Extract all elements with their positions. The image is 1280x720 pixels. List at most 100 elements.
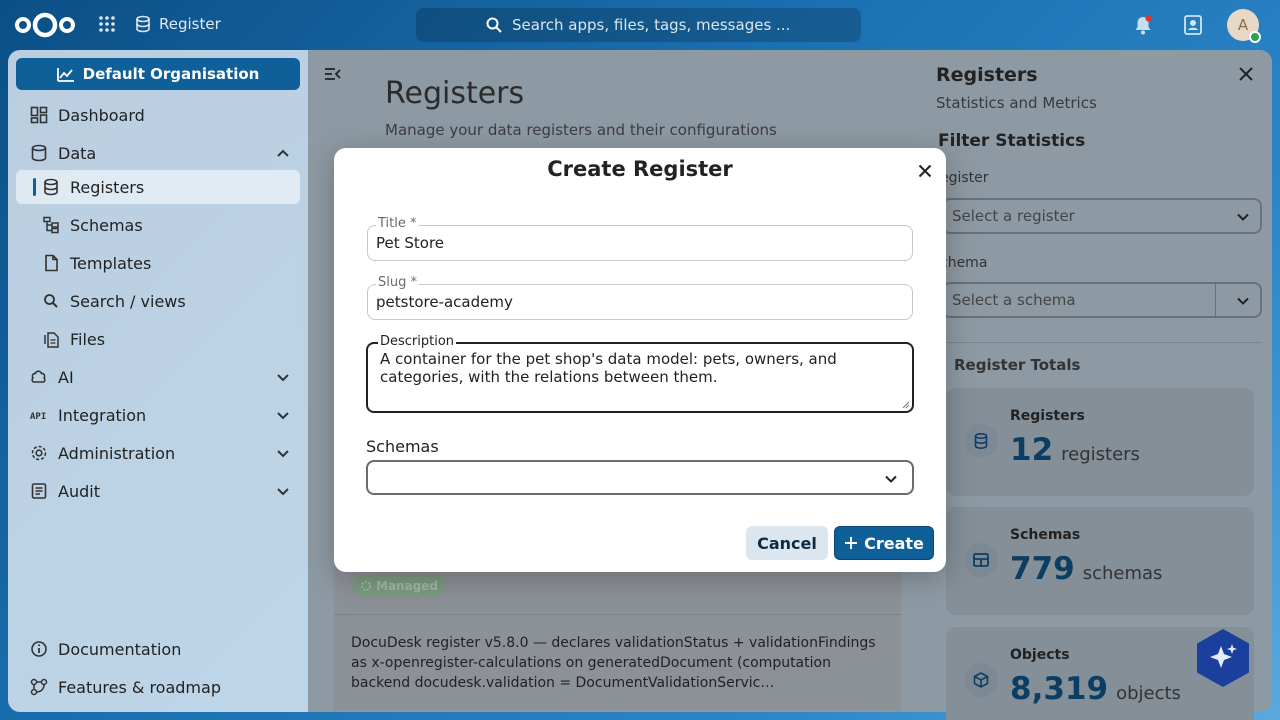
- stat-unit: objects: [1116, 683, 1181, 704]
- stat-number: 12: [1010, 432, 1054, 468]
- organisation-chart-icon: [56, 68, 74, 82]
- online-status-indicator: [1249, 31, 1261, 43]
- stat-value: 12 registers: [1010, 432, 1140, 468]
- register-filter-select[interactable]: Select a register: [942, 198, 1262, 234]
- schema-filter-label: chema: [940, 255, 988, 271]
- badge-label: Managed: [376, 579, 438, 593]
- chevron-down-icon[interactable]: [276, 484, 290, 498]
- user-avatar[interactable]: A: [1227, 9, 1261, 43]
- current-app-name: Register: [159, 15, 221, 33]
- current-app-link[interactable]: Register: [135, 15, 221, 33]
- stat-label: Objects: [1010, 647, 1070, 663]
- notifications-bell-icon[interactable]: [1132, 14, 1154, 36]
- chevron-down-icon: [885, 475, 897, 483]
- nav-label: Features & roadmap: [58, 677, 221, 697]
- nav-administration[interactable]: Administration: [16, 436, 300, 470]
- filter-heading: Filter Statistics: [938, 131, 1086, 151]
- nav-features-roadmap[interactable]: Features & roadmap: [16, 670, 300, 704]
- title-field[interactable]: Title *: [367, 216, 913, 261]
- nav-templates[interactable]: Templates: [16, 246, 300, 280]
- database-icon: [31, 144, 47, 162]
- register-card[interactable]: Managed DocuDesk register v5.8.0 — decla…: [333, 565, 902, 712]
- nav-label: Files: [70, 329, 106, 349]
- ai-icon: [31, 370, 46, 383]
- nextcloud-logo[interactable]: [14, 10, 76, 40]
- ai-assistant-button[interactable]: [1195, 628, 1251, 688]
- create-button[interactable]: Create: [834, 526, 934, 560]
- stat-number: 779: [1010, 551, 1075, 587]
- slug-field[interactable]: Slug *: [367, 275, 913, 320]
- stat-value: 779 schemas: [1010, 551, 1162, 587]
- description-textarea[interactable]: A container for the pet shop's data mode…: [380, 350, 900, 406]
- chevron-down-icon[interactable]: [276, 408, 290, 422]
- contacts-icon[interactable]: [1182, 14, 1204, 36]
- stat-value: 8,319 objects: [1010, 671, 1181, 707]
- search-icon: [486, 17, 502, 33]
- nav-label: Templates: [70, 253, 152, 273]
- description-field-label: Description: [378, 334, 457, 349]
- nav-label: Administration: [58, 443, 176, 463]
- database-icon: [964, 424, 998, 458]
- apps-grid-icon[interactable]: [97, 14, 117, 34]
- stat-label: Registers: [1010, 408, 1085, 424]
- slug-input[interactable]: [376, 293, 896, 311]
- select-placeholder: Select a register: [952, 207, 1075, 225]
- dialog-title: Create Register: [547, 157, 733, 181]
- nav-label: Documentation: [58, 639, 182, 659]
- stat-unit: schemas: [1082, 563, 1163, 584]
- dashboard-icon: [30, 106, 48, 124]
- schema-filter-select[interactable]: Select a schema: [942, 282, 1262, 318]
- svg-text:API: API: [30, 412, 46, 422]
- gear-icon: [361, 581, 371, 591]
- organisation-label: Default Organisation: [82, 65, 260, 83]
- chevron-down-icon[interactable]: [276, 446, 290, 460]
- chevron-down-icon: [1237, 213, 1249, 221]
- schemas-select[interactable]: [366, 460, 914, 495]
- managed-badge: Managed: [352, 575, 446, 597]
- cancel-button[interactable]: Cancel: [746, 526, 828, 560]
- roadmap-icon: [30, 678, 48, 696]
- nav-label: Audit: [58, 481, 100, 501]
- menu-toggle-icon[interactable]: [324, 66, 342, 82]
- stat-card-registers: Registers 12 registers: [946, 388, 1254, 496]
- organisation-switcher-button[interactable]: Default Organisation: [16, 58, 300, 90]
- nav-documentation[interactable]: Documentation: [16, 632, 300, 666]
- nav-files[interactable]: Files: [16, 322, 300, 356]
- title-input[interactable]: [376, 234, 896, 252]
- nav-registers[interactable]: Registers: [16, 170, 300, 204]
- info-icon: [31, 641, 47, 657]
- search-placeholder: Search apps, files, tags, messages ...: [512, 16, 791, 34]
- nav-search-views[interactable]: Search / views: [16, 284, 300, 318]
- close-icon[interactable]: [1238, 66, 1254, 82]
- nav-ai[interactable]: AI: [16, 360, 300, 394]
- dialog-close-button[interactable]: [914, 160, 936, 182]
- description-field[interactable]: Description A container for the pet shop…: [366, 334, 914, 413]
- nav-schemas[interactable]: Schemas: [16, 208, 300, 242]
- sidebar-title: Registers: [936, 64, 1038, 86]
- nav-label: Data: [58, 143, 97, 163]
- totals-heading: Register Totals: [954, 356, 1081, 374]
- nav-label: Search / views: [70, 291, 186, 311]
- nav-audit[interactable]: Audit: [16, 474, 300, 508]
- statistics-sidebar: Registers Statistics and Metrics Filter …: [926, 50, 1272, 720]
- nav-data[interactable]: Data: [16, 136, 300, 170]
- table-icon: [964, 543, 998, 577]
- global-search[interactable]: Search apps, files, tags, messages ...: [416, 8, 861, 42]
- resize-handle-icon[interactable]: [902, 401, 910, 409]
- nav-dashboard[interactable]: Dashboard: [16, 98, 300, 132]
- sidebar-subtitle: Statistics and Metrics: [936, 94, 1097, 112]
- create-register-dialog: Create Register Title * Slug * Descripti…: [334, 148, 946, 572]
- database-icon: [136, 15, 150, 33]
- cube-icon: [964, 663, 998, 697]
- stat-label: Schemas: [1010, 527, 1081, 543]
- nav-integration[interactable]: API Integration: [16, 398, 300, 432]
- chevron-down-icon[interactable]: [276, 370, 290, 384]
- avatar-initial: A: [1237, 16, 1249, 34]
- database-icon: [44, 178, 58, 196]
- card-divider: [334, 614, 901, 615]
- nav-label: Registers: [70, 177, 145, 197]
- register-filter-label: egister: [940, 170, 989, 186]
- stat-card-schemas: Schemas 779 schemas: [946, 507, 1254, 615]
- chevron-up-icon[interactable]: [276, 146, 290, 160]
- section-divider: [940, 342, 1262, 343]
